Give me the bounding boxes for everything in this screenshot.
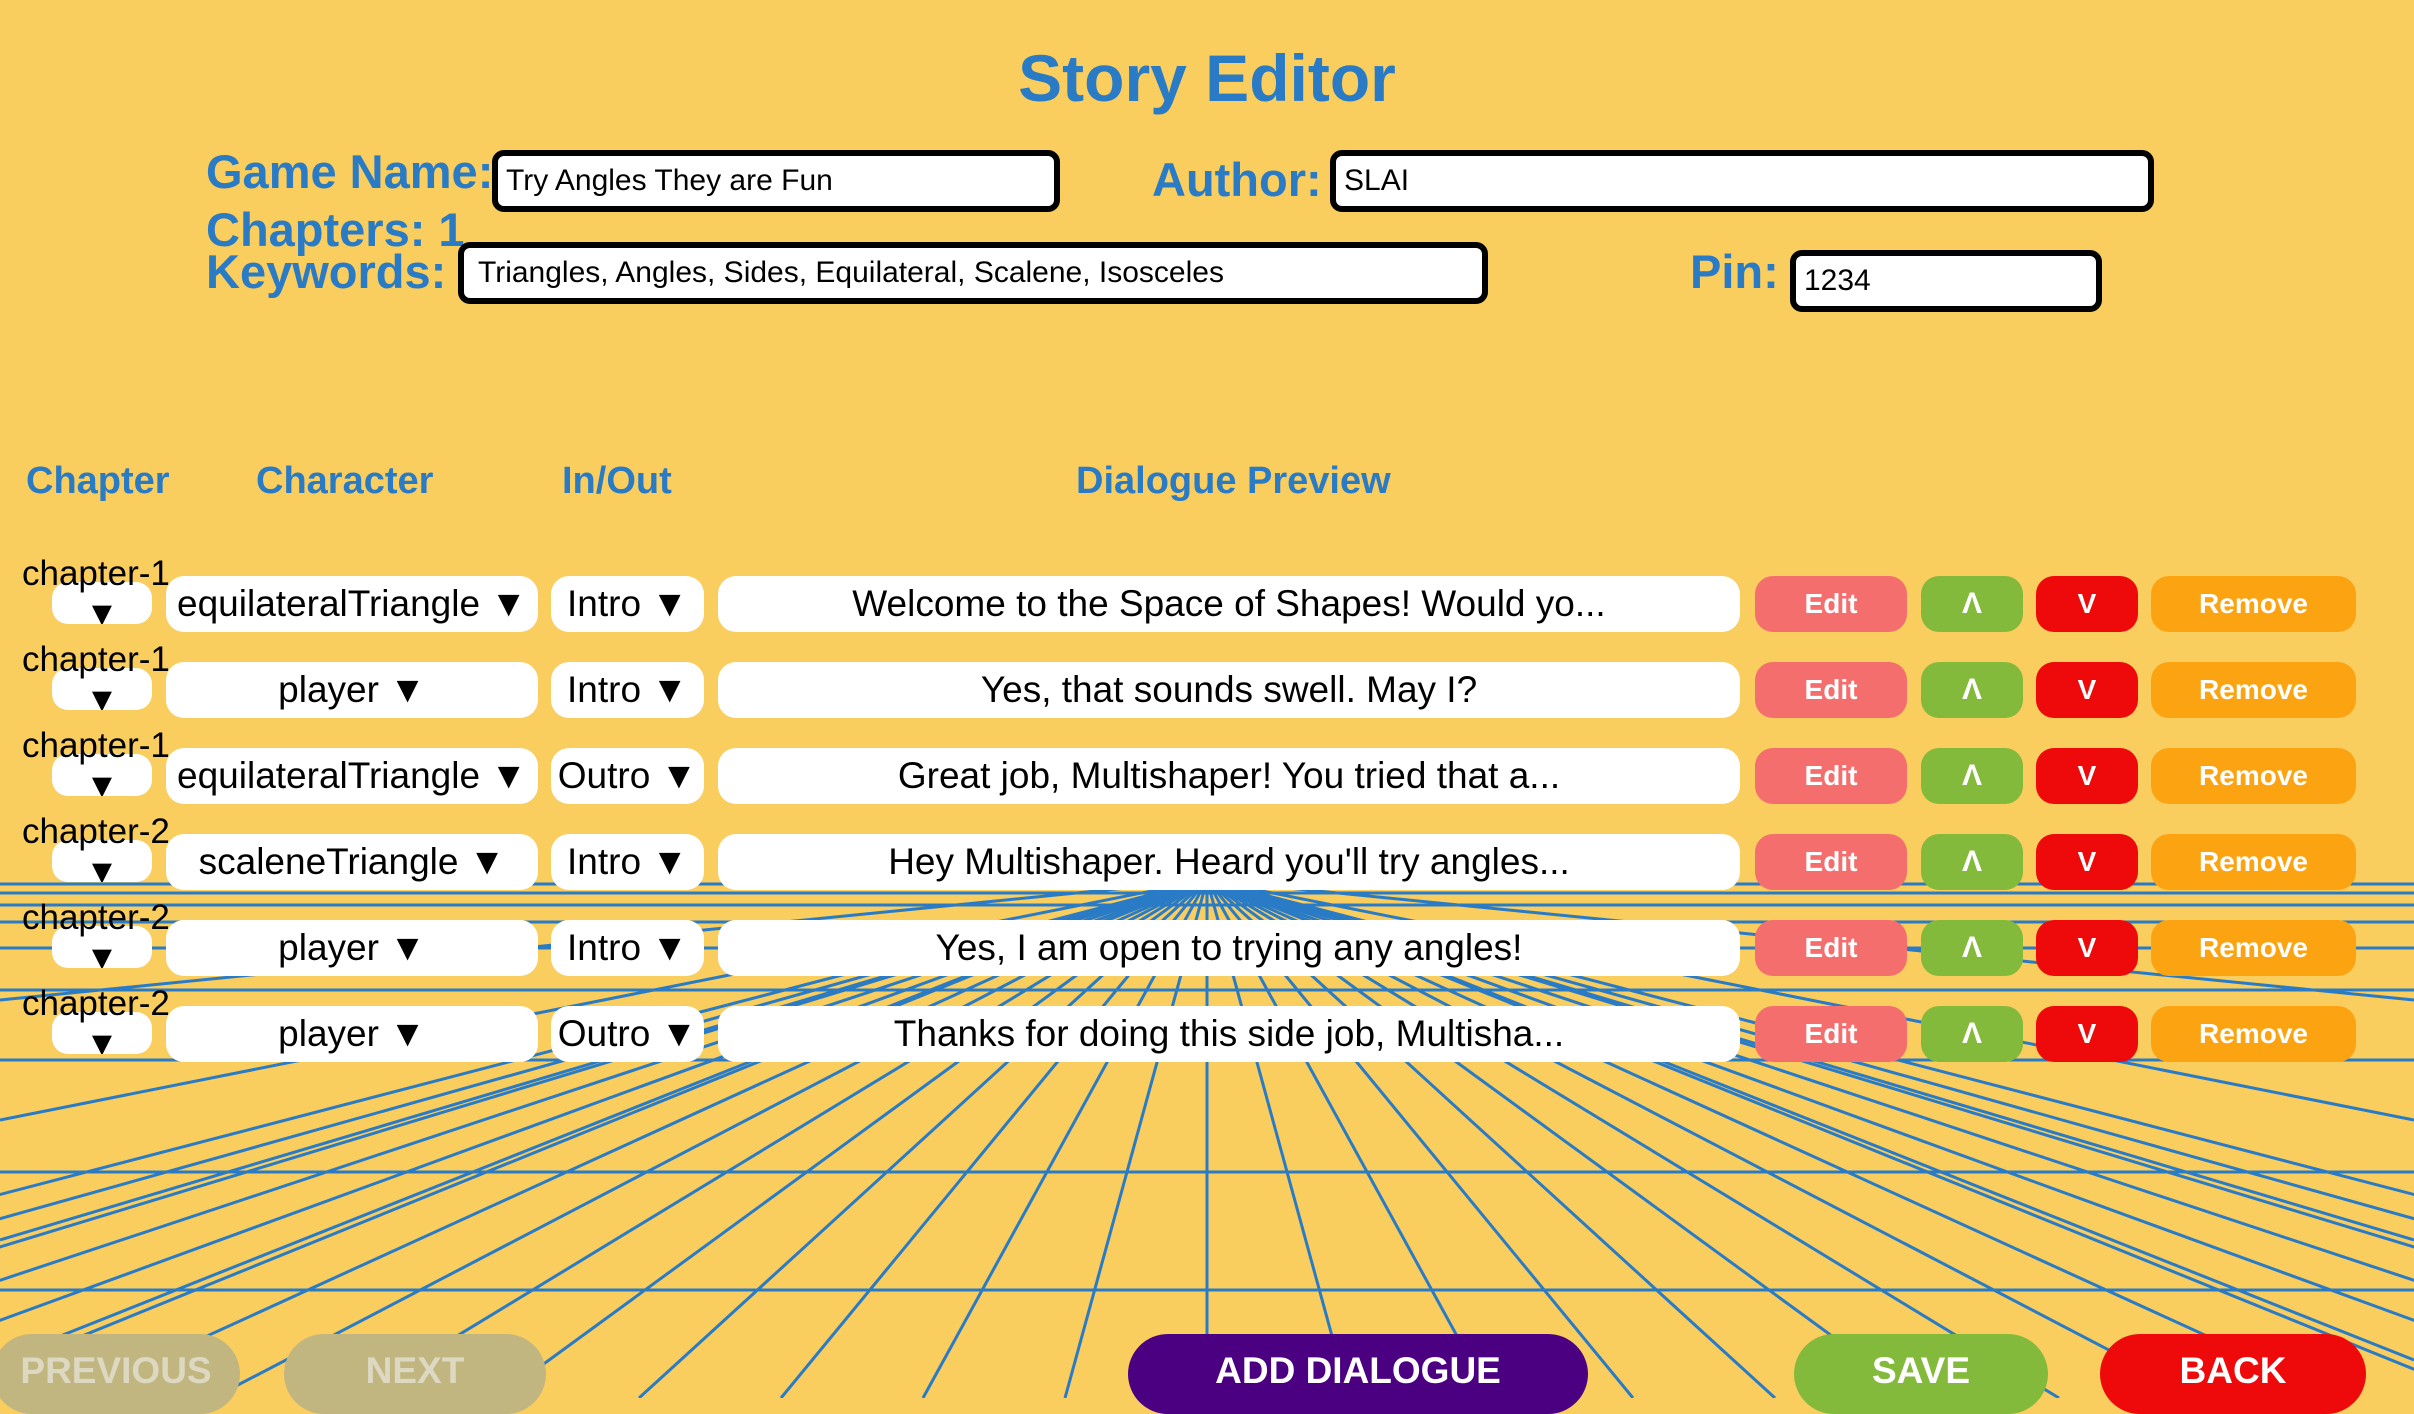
dialogue-preview: Great job, Multishaper! You tried that a… [718,748,1740,804]
dialogue-preview: Thanks for doing this side job, Multisha… [718,1006,1740,1062]
edit-button[interactable]: Edit [1755,1006,1907,1062]
dialogue-preview-column-header: Dialogue Preview [1076,460,1391,502]
dialogue-preview: Hey Multishaper. Heard you'll try angles… [718,834,1740,890]
remove-button[interactable]: Remove [2151,920,2356,976]
author-label: Author: [1152,153,1322,206]
move-up-button[interactable]: Λ [1921,662,2023,718]
remove-button[interactable]: Remove [2151,834,2356,890]
dialogue-preview: Welcome to the Space of Shapes! Would yo… [718,576,1740,632]
inout-column-header: In/Out [562,460,672,502]
remove-button[interactable]: Remove [2151,748,2356,804]
author-input[interactable] [1330,150,2154,212]
save-button[interactable]: SAVE [1794,1334,2048,1414]
keywords-input[interactable] [458,242,1488,304]
inout-select[interactable]: Outro ▼ [551,748,704,804]
remove-button[interactable]: Remove [2151,1006,2356,1062]
dialogue-row: chapter-2 ▼ player ▼ Intro ▼ Yes, I am open … [0,898,2414,990]
next-button[interactable]: NEXT [284,1334,546,1414]
character-select[interactable]: player ▼ [166,920,538,976]
inout-select[interactable]: Intro ▼ [551,920,704,976]
character-column-header: Character [256,460,434,502]
game-name-input[interactable] [492,150,1060,212]
character-select[interactable]: scaleneTriangle ▼ [166,834,538,890]
remove-button[interactable]: Remove [2151,576,2356,632]
dialogue-row: chapter-1 ▼ equilateralTriangle ▼ Intro ▼ We… [0,554,2414,646]
move-down-button[interactable]: V [2036,834,2138,890]
pin-input[interactable] [1790,250,2102,312]
add-dialogue-button[interactable]: ADD DIALOGUE [1128,1334,1588,1414]
keywords-label: Keywords: [206,245,447,298]
character-select[interactable]: equilateralTriangle ▼ [166,748,538,804]
dialogue-row: chapter-1 ▼ equilateralTriangle ▼ Outro ▼ Gr… [0,726,2414,818]
character-select[interactable]: player ▼ [166,1006,538,1062]
remove-button[interactable]: Remove [2151,662,2356,718]
move-down-button[interactable]: V [2036,748,2138,804]
chapter-select-label: chapter-2 [22,898,170,937]
page-title: Story Editor [1018,41,1396,115]
move-up-button[interactable]: Λ [1921,834,2023,890]
edit-button[interactable]: Edit [1755,834,1907,890]
inout-select[interactable]: Intro ▼ [551,834,704,890]
edit-button[interactable]: Edit [1755,576,1907,632]
dialogue-row: chapter-1 ▼ player ▼ Intro ▼ Yes, that sound… [0,640,2414,732]
dialogue-preview: Yes, I am open to trying any angles! [718,920,1740,976]
move-up-button[interactable]: Λ [1921,920,2023,976]
back-button[interactable]: BACK [2100,1334,2366,1414]
edit-button[interactable]: Edit [1755,920,1907,976]
edit-button[interactable]: Edit [1755,662,1907,718]
chapter-select-label: chapter-1 [22,640,170,679]
previous-button[interactable]: PREVIOUS [0,1334,240,1414]
edit-button[interactable]: Edit [1755,748,1907,804]
move-down-button[interactable]: V [2036,920,2138,976]
inout-select[interactable]: Intro ▼ [551,576,704,632]
chapter-select-label: chapter-1 [22,554,170,593]
chapter-select-label: chapter-1 [22,726,170,765]
move-down-button[interactable]: V [2036,1006,2138,1062]
chapter-column-header: Chapter [26,460,170,502]
dialogue-row: chapter-2 ▼ player ▼ Outro ▼ Thanks for doin… [0,984,2414,1076]
move-down-button[interactable]: V [2036,576,2138,632]
move-down-button[interactable]: V [2036,662,2138,718]
move-up-button[interactable]: Λ [1921,1006,2023,1062]
inout-select[interactable]: Outro ▼ [551,1006,704,1062]
chapter-select-label: chapter-2 [22,984,170,1023]
character-select[interactable]: player ▼ [166,662,538,718]
inout-select[interactable]: Intro ▼ [551,662,704,718]
dialogue-row: chapter-2 ▼ scaleneTriangle ▼ Intro ▼ Hey Mu… [0,812,2414,904]
pin-label: Pin: [1690,245,1779,298]
game-name-label: Game Name: [206,145,494,198]
dialogue-preview: Yes, that sounds swell. May I? [718,662,1740,718]
chapter-select-label: chapter-2 [22,812,170,851]
move-up-button[interactable]: Λ [1921,576,2023,632]
character-select[interactable]: equilateralTriangle ▼ [166,576,538,632]
move-up-button[interactable]: Λ [1921,748,2023,804]
